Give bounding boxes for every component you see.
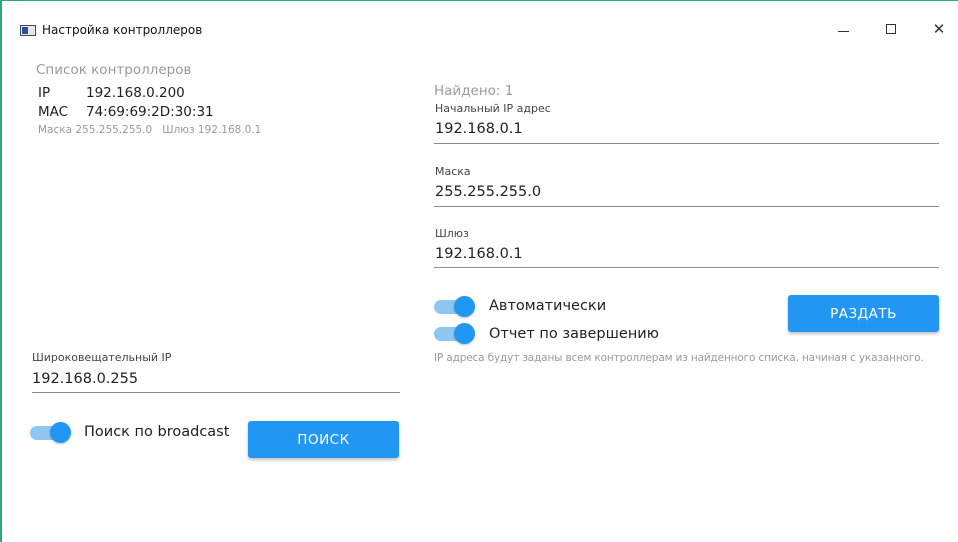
- toggle-thumb: [50, 422, 71, 443]
- toggle-thumb: [454, 296, 475, 317]
- broadcast-search-toggle[interactable]: [30, 421, 71, 443]
- auto-label: Автоматически: [489, 298, 607, 314]
- app-window-icon: [20, 25, 36, 36]
- controller-ip: 192.168.0.200: [86, 85, 185, 101]
- mask-label: Маска: [435, 165, 471, 178]
- close-icon: ✕: [932, 19, 946, 38]
- maximize-button[interactable]: [868, 15, 914, 43]
- mask-input[interactable]: 255.255.255.0: [435, 184, 541, 200]
- toggle-thumb: [454, 323, 475, 344]
- controller-details: Маска 255.255.255.0 Шлюз 192.168.0.1: [38, 124, 262, 136]
- assign-hint: IP адреса будут заданы всем контроллерам…: [434, 352, 924, 364]
- broadcast-ip-input[interactable]: 192.168.0.255: [32, 371, 138, 387]
- start-ip-underline: [434, 143, 939, 144]
- maximize-icon: [886, 24, 896, 34]
- close-button[interactable]: ✕: [916, 15, 958, 43]
- broadcast-search-label: Поиск по broadcast: [84, 424, 230, 440]
- controller-list-heading: Список контроллеров: [36, 62, 192, 78]
- auto-toggle[interactable]: [434, 295, 475, 317]
- start-ip-label: Начальный IP адрес: [435, 102, 551, 115]
- minimize-button[interactable]: [820, 15, 866, 43]
- gateway-underline: [434, 267, 939, 268]
- window-title: Настройка контроллеров: [42, 23, 203, 37]
- broadcast-ip-underline: [32, 392, 400, 393]
- distribute-button[interactable]: РАЗДАТЬ: [788, 295, 939, 332]
- controller-mac: 74:69:69:2D:30:31: [86, 104, 214, 120]
- found-count: Найдено: 1: [434, 83, 514, 99]
- controller-mac-label: MAC: [38, 104, 69, 120]
- title-bar[interactable]: Настройка контроллеров ✕: [2, 1, 958, 37]
- mask-underline: [434, 206, 939, 207]
- controller-ip-label: IP: [38, 85, 51, 101]
- search-button[interactable]: ПОИСК: [248, 421, 399, 458]
- gateway-input[interactable]: 192.168.0.1: [435, 246, 523, 262]
- settings-window: Настройка контроллеров ✕ Список контролл…: [0, 0, 958, 542]
- minimize-icon: [837, 30, 849, 32]
- gateway-label: Шлюз: [435, 227, 469, 240]
- report-toggle[interactable]: [434, 322, 475, 344]
- start-ip-input[interactable]: 192.168.0.1: [435, 121, 523, 137]
- report-label: Отчет по завершению: [489, 326, 659, 342]
- broadcast-ip-label: Широковещательный IP: [32, 351, 172, 364]
